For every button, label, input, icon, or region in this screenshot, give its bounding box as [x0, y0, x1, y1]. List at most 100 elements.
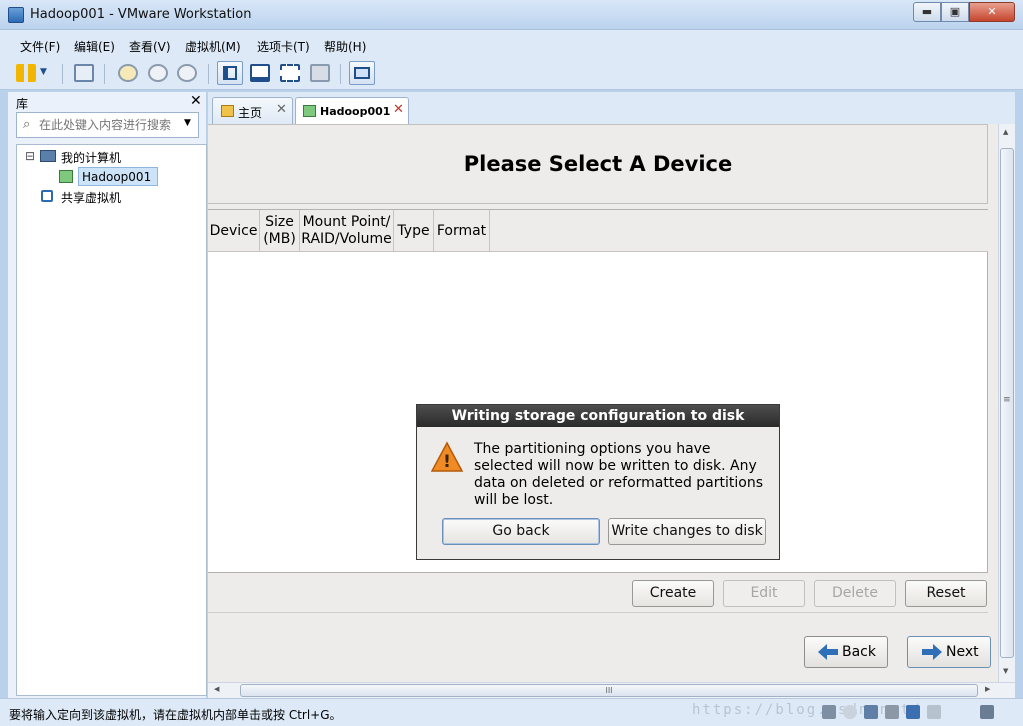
cd-dvd-icon[interactable] [843, 705, 857, 719]
vertical-scrollbar[interactable]: ▲ ≡ ▼ [998, 124, 1015, 682]
delete-button[interactable]: Delete [814, 580, 896, 607]
search-dropdown-icon[interactable]: ▼ [184, 118, 191, 128]
horizontal-scroll-thumb[interactable]: III [240, 684, 978, 697]
tree-my-computer[interactable]: 我的计算机 [61, 149, 121, 166]
printer-icon[interactable] [885, 705, 899, 719]
back-button[interactable]: Back [804, 636, 888, 668]
pause-icon[interactable] [16, 64, 36, 82]
tab-hadoop001-close-icon[interactable]: ✕ [393, 102, 404, 117]
tab-home[interactable]: 主页 ✕ [212, 97, 293, 124]
scroll-up-icon[interactable]: ▲ [1003, 128, 1008, 136]
home-icon [221, 105, 234, 117]
next-button-label: Next [946, 644, 979, 660]
edit-button[interactable]: Edit [723, 580, 805, 607]
menu-edit[interactable]: 编辑(E) [74, 38, 115, 55]
snapshot-icon[interactable] [118, 64, 138, 82]
tab-strip: 主页 ✕ Hadoop001 ✕ [208, 92, 1015, 124]
computer-icon [40, 150, 56, 162]
console-view-button[interactable] [349, 61, 375, 85]
window-titlebar[interactable]: Hadoop001 - VMware Workstation ▬ ▣ ✕ [0, 0, 1023, 30]
menu-vm[interactable]: 虚拟机(M) [185, 38, 241, 55]
send-ctrl-alt-del-icon[interactable] [74, 64, 94, 82]
collapse-icon[interactable]: ⊟ [25, 149, 35, 163]
tab-hadoop001[interactable]: Hadoop001 ✕ [295, 97, 409, 124]
minimize-button[interactable]: ▬ [913, 2, 941, 22]
console-view-icon [354, 67, 370, 79]
hard-disk-icon[interactable] [822, 705, 836, 719]
usb-icon[interactable] [906, 705, 920, 719]
show-library-button[interactable] [217, 61, 243, 85]
back-button-label: Back [842, 644, 876, 660]
scroll-left-icon[interactable]: ◀ [214, 685, 219, 693]
menu-help[interactable]: 帮助(H) [324, 38, 366, 55]
scroll-grip-icon: ≡ [1003, 395, 1011, 405]
device-table: Device Size (MB) Mount Point/ RAID/Volum… [208, 209, 988, 573]
toolbar-separator [62, 64, 63, 84]
toolbar-separator [340, 64, 341, 84]
next-arrow-icon [922, 644, 942, 660]
col-format[interactable]: Format [434, 210, 490, 252]
horizontal-scrollbar[interactable]: ◀ III ▶ [208, 682, 1015, 698]
page-title: Please Select A Device [463, 152, 733, 176]
snapshot-manager-icon[interactable] [177, 64, 197, 82]
table-header: Device Size (MB) Mount Point/ RAID/Volum… [208, 210, 988, 252]
write-storage-dialog: Writing storage configuration to disk ! … [416, 404, 780, 560]
vmware-app-icon [8, 7, 24, 23]
thumbnail-bar-icon[interactable] [250, 64, 270, 82]
tree-vm-hadoop001[interactable]: Hadoop001 [78, 167, 158, 186]
scroll-right-icon[interactable]: ▶ [985, 685, 990, 693]
search-icon: ⌕ [23, 117, 31, 132]
close-window-button[interactable]: ✕ [969, 2, 1015, 22]
library-tree: ⊟ 我的计算机 Hadoop001 共享虚拟机 [16, 144, 207, 696]
tree-shared-vms[interactable]: 共享虚拟机 [61, 189, 121, 206]
fullscreen-icon[interactable] [280, 64, 300, 82]
installer-header: Please Select A Device [208, 124, 988, 204]
network-adapter-icon[interactable] [864, 705, 878, 719]
go-back-button[interactable]: Go back [442, 518, 600, 545]
sound-card-icon[interactable] [927, 705, 941, 719]
window-title: Hadoop001 - VMware Workstation [30, 7, 252, 22]
toolbar: ▼ [0, 58, 1023, 90]
toolbar-separator [208, 64, 209, 84]
shared-vm-icon [41, 190, 53, 202]
library-search-input[interactable] [39, 115, 181, 135]
back-arrow-icon [818, 644, 838, 660]
power-dropdown-icon[interactable]: ▼ [40, 67, 47, 77]
tab-hadoop001-label: Hadoop001 [320, 105, 391, 118]
display-icon[interactable] [980, 705, 994, 719]
dialog-message: The partitioning options you have select… [474, 441, 764, 508]
guest-screen[interactable]: Please Select A Device Device Size (MB) … [208, 124, 998, 682]
next-button[interactable]: Next [907, 636, 991, 668]
revert-snapshot-icon[interactable] [148, 64, 168, 82]
create-button[interactable]: Create [632, 580, 714, 607]
menu-view[interactable]: 查看(V) [129, 38, 171, 55]
toolbar-separator [104, 64, 105, 84]
scroll-down-icon[interactable]: ▼ [1003, 667, 1008, 675]
status-text: 要将输入定向到该虚拟机，请在虚拟机内部单击或按 Ctrl+G。 [9, 708, 342, 722]
menu-file[interactable]: 文件(F) [20, 38, 60, 55]
col-device[interactable]: Device [208, 210, 260, 252]
library-search-box[interactable]: ⌕ ▼ [16, 112, 199, 138]
warning-icon: ! [431, 441, 463, 472]
unity-icon[interactable] [310, 64, 330, 82]
dialog-title: Writing storage configuration to disk [417, 405, 779, 427]
write-changes-button[interactable]: Write changes to disk [608, 518, 766, 545]
vm-icon [303, 105, 316, 117]
vertical-scroll-thumb[interactable]: ≡ [1000, 148, 1014, 658]
maximize-button[interactable]: ▣ [941, 2, 969, 22]
tab-home-label: 主页 [238, 106, 263, 120]
library-close-icon[interactable]: ✕ [190, 93, 202, 109]
vm-running-icon [59, 170, 73, 183]
tab-home-close-icon[interactable]: ✕ [276, 102, 287, 117]
col-mount-point[interactable]: Mount Point/ RAID/Volume [300, 210, 394, 252]
reset-button[interactable]: Reset [905, 580, 987, 607]
status-bar: 要将输入定向到该虚拟机，请在虚拟机内部单击或按 Ctrl+G。 https://… [0, 698, 1023, 726]
library-panel: 库 ✕ ⌕ ▼ ⊟ 我的计算机 Hadoop001 共享虚拟机 [8, 92, 207, 698]
menu-tabs[interactable]: 选项卡(T) [257, 38, 310, 55]
col-size[interactable]: Size (MB) [260, 210, 300, 252]
col-type[interactable]: Type [394, 210, 434, 252]
menu-bar: 文件(F) 编辑(E) 查看(V) 虚拟机(M) 选项卡(T) 帮助(H) [0, 30, 1023, 60]
library-title: 库 [16, 97, 29, 111]
show-library-icon [223, 66, 237, 80]
svg-text:!: ! [443, 452, 451, 472]
